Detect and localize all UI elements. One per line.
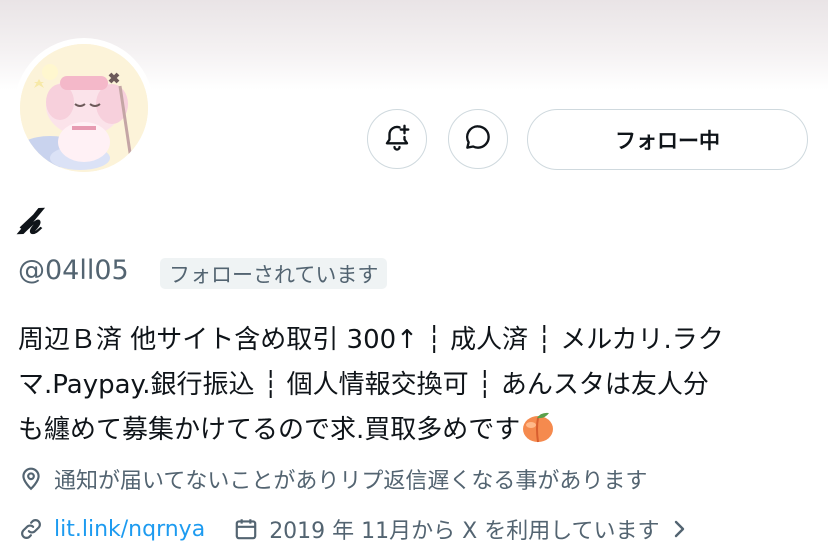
- message-button[interactable]: [448, 109, 508, 169]
- chevron-right-icon[interactable]: [670, 518, 688, 540]
- bio-line: 周辺Ｂ済 他サイト含め取引 300↑ ┆ 成人済 ┆ メルカリ.ラク: [18, 325, 724, 355]
- peach-emoji-icon: [520, 410, 556, 459]
- location-row: 通知が届いてないことがありリプ返信遅くなる事があります: [18, 463, 647, 495]
- bio-line: も纏めて募集かけてるので求.買取多めです: [18, 415, 521, 445]
- bio-line: マ.Paypay.銀行振込 ┆ 個人情報交換可 ┆ あんスタは友人分: [18, 370, 709, 400]
- link-icon: [18, 516, 48, 542]
- message-icon: [463, 122, 493, 156]
- bio: 周辺Ｂ済 他サイト含め取引 300↑ ┆ 成人済 ┆ メルカリ.ラク マ.Pay…: [18, 318, 818, 459]
- joined-date[interactable]: 2019 年 11月から X を利用しています: [269, 513, 659, 545]
- follows-you-badge: フォローされています: [160, 258, 388, 289]
- user-handle: @04ll05: [18, 255, 129, 286]
- avatar[interactable]: [20, 44, 148, 172]
- calendar-icon: [233, 516, 263, 542]
- location-pin-icon: [18, 466, 48, 492]
- location-text: 通知が届いてないことがありリプ返信遅くなる事があります: [54, 469, 648, 494]
- meta-row-bottom: lit.link/nqrnya 2019 年 11月から X を利用しています: [18, 513, 688, 545]
- bio-line-last: も纏めて募集かけてるので求.買取多めです: [18, 408, 818, 459]
- display-name: 𝓱: [18, 200, 42, 242]
- website-link[interactable]: lit.link/nqrnya: [54, 517, 205, 542]
- notify-button[interactable]: [367, 109, 427, 169]
- avatar-illustration: [20, 44, 148, 172]
- bell-plus-icon: [382, 122, 412, 156]
- following-button[interactable]: フォロー中: [527, 109, 808, 170]
